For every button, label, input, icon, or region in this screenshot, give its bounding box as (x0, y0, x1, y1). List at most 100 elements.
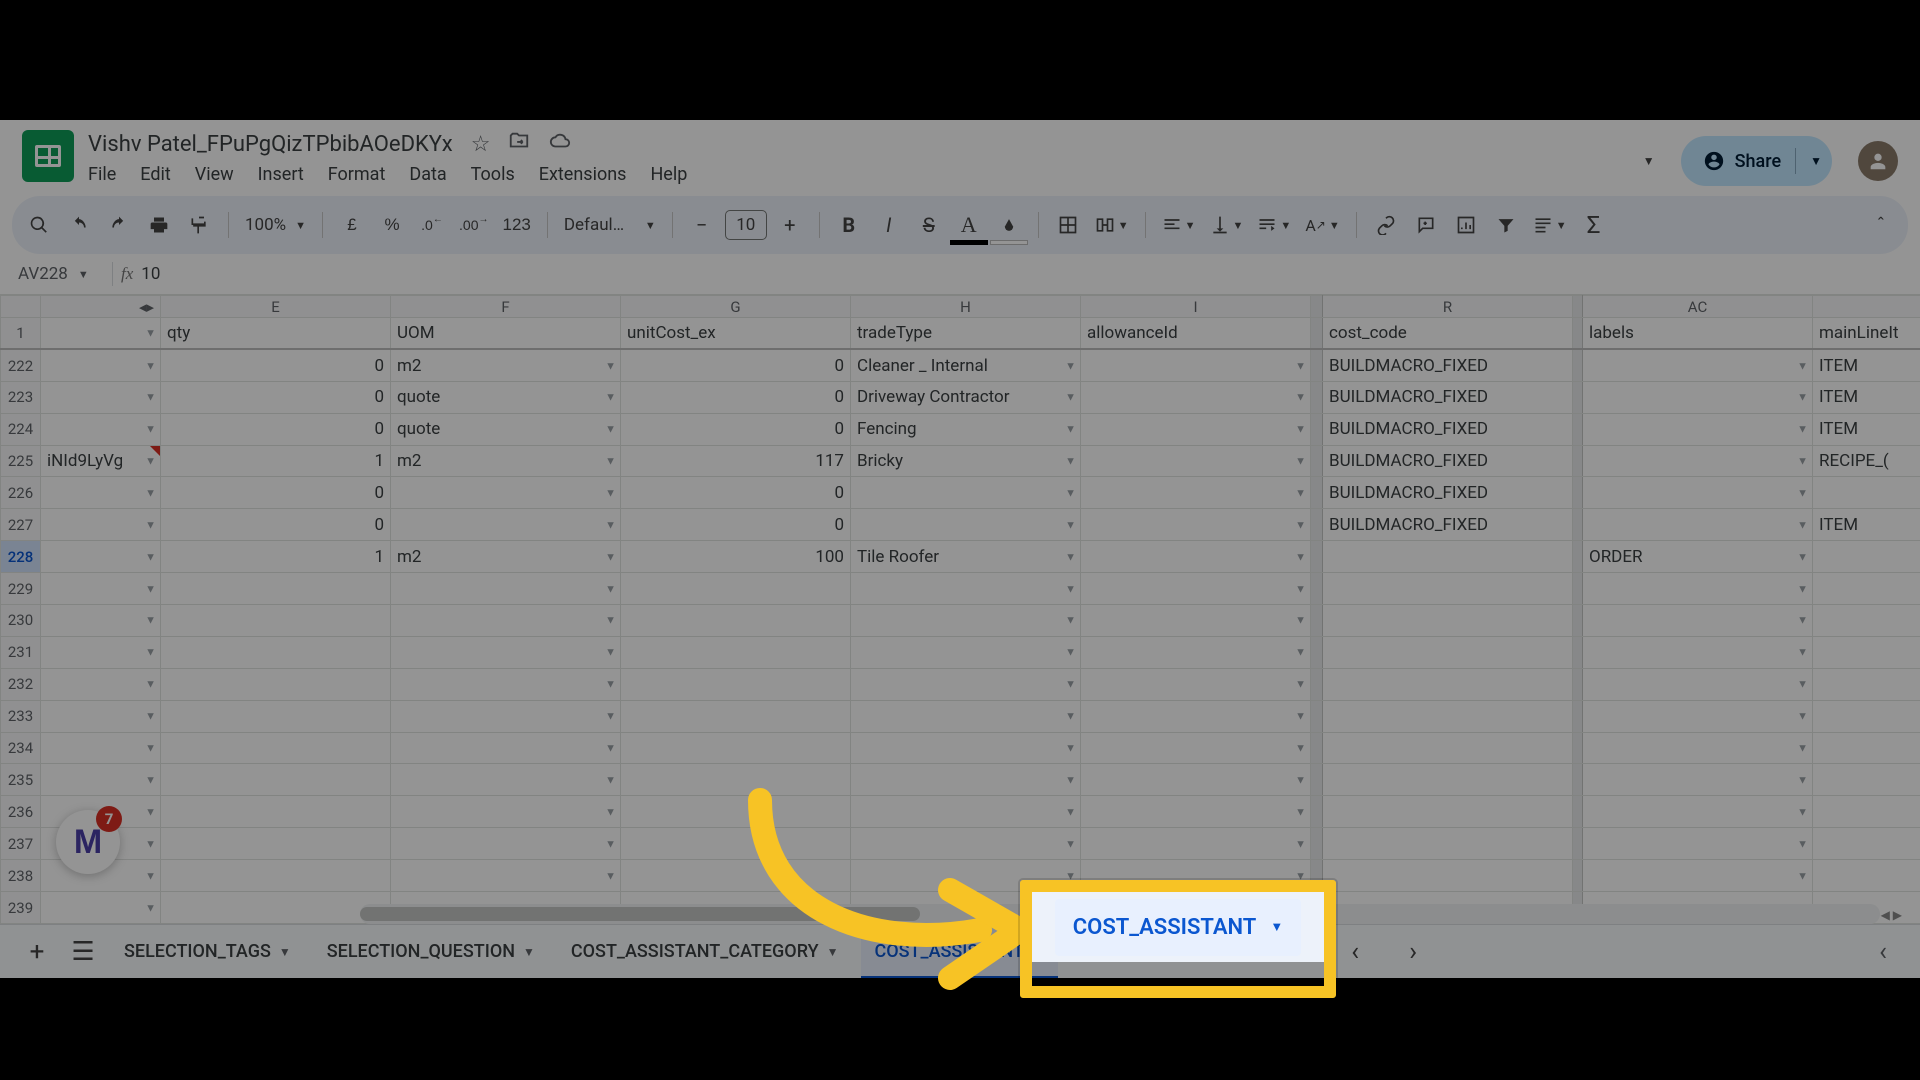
col-header-F[interactable]: F (391, 296, 621, 318)
cell[interactable] (621, 700, 851, 732)
vertical-align-button[interactable]: ▼ (1206, 207, 1248, 243)
cell[interactable] (161, 573, 391, 605)
cell[interactable]: 0 (621, 509, 851, 541)
cell[interactable]: ▼ (1583, 349, 1813, 381)
cell[interactable] (1323, 636, 1573, 668)
collapse-toolbar-icon[interactable]: ˆ (1864, 207, 1898, 243)
font-size-plus-button[interactable]: + (773, 207, 807, 243)
cell[interactable] (621, 828, 851, 860)
cell[interactable]: ▼ (41, 668, 161, 700)
insert-chart-button[interactable] (1449, 207, 1483, 243)
sheet-tab-cost-assistant[interactable]: COST_ASSISTANT▼ (861, 925, 1058, 978)
cell[interactable]: ▼ (1583, 796, 1813, 828)
cell[interactable]: ▼ (1583, 445, 1813, 477)
cell[interactable]: ▼ (41, 605, 161, 637)
cell[interactable] (1813, 605, 1920, 637)
filter-views-button[interactable]: ▼ (1529, 207, 1571, 243)
cell[interactable] (1813, 860, 1920, 892)
cell[interactable]: ▼ (41, 700, 161, 732)
cell[interactable]: ORDER▼ (1583, 541, 1813, 573)
scroll-arrows[interactable]: ◀ ▶ (1881, 908, 1902, 922)
name-box[interactable]: AV228▼ (12, 260, 104, 288)
cell[interactable] (1813, 541, 1920, 573)
cell[interactable]: ▼ (1583, 764, 1813, 796)
font-size-input[interactable]: 10 (725, 210, 767, 240)
cell[interactable] (161, 892, 391, 924)
cell[interactable]: BUILDMACRO_FIXED (1323, 445, 1573, 477)
borders-button[interactable] (1051, 207, 1085, 243)
cell[interactable]: ▼ (391, 860, 621, 892)
cell[interactable] (621, 764, 851, 796)
cell[interactable]: 0 (621, 413, 851, 445)
cell[interactable] (161, 860, 391, 892)
cell[interactable]: ▼ (1583, 860, 1813, 892)
cell[interactable]: ▼ (391, 700, 621, 732)
cell[interactable] (1813, 700, 1920, 732)
cell[interactable]: ▼ (391, 828, 621, 860)
cell[interactable]: ▼ (1081, 381, 1311, 413)
cell[interactable] (1813, 764, 1920, 796)
cell[interactable]: ▼ (1081, 732, 1311, 764)
row-header[interactable]: 231 (1, 636, 41, 668)
filter-button[interactable] (1489, 207, 1523, 243)
search-menus-icon[interactable] (22, 207, 56, 243)
insert-comment-button[interactable] (1409, 207, 1443, 243)
cell[interactable]: ▼ (1081, 700, 1311, 732)
cell[interactable]: ▼ (1081, 445, 1311, 477)
all-sheets-button[interactable]: ☰ (64, 933, 102, 971)
percent-button[interactable]: % (375, 207, 409, 243)
cell[interactable]: 0 (161, 477, 391, 509)
cell[interactable]: ▼ (1583, 700, 1813, 732)
menu-data[interactable]: Data (409, 164, 446, 185)
sheet-tab-selection-tags[interactable]: SELECTION_TAGS▼ (110, 925, 305, 978)
col-header-H[interactable]: H (851, 296, 1081, 318)
row-header[interactable]: 227 (1, 509, 41, 541)
cell[interactable] (1323, 605, 1573, 637)
col-header-last[interactable] (1813, 296, 1920, 318)
font-family-dropdown[interactable]: Defaul…▼ (560, 207, 660, 243)
cell[interactable]: ▼ (41, 764, 161, 796)
cell[interactable] (621, 796, 851, 828)
cell[interactable]: ITEM (1813, 349, 1920, 381)
cell[interactable]: BUILDMACRO_FIXED (1323, 349, 1573, 381)
cell[interactable]: ▼ (851, 700, 1081, 732)
cell[interactable] (1323, 732, 1573, 764)
next-sheet-button[interactable]: › (1394, 933, 1432, 971)
cell[interactable] (1323, 700, 1573, 732)
menu-help[interactable]: Help (650, 164, 687, 185)
cell[interactable]: ▼ (1081, 573, 1311, 605)
cell[interactable] (1813, 796, 1920, 828)
column-group-collapse[interactable] (1311, 296, 1323, 318)
cell[interactable]: ▼ (41, 477, 161, 509)
cell[interactable]: ▼ (851, 828, 1081, 860)
sheet-tab-job-assistant-group[interactable]: JOB_ASSISTANT_GROUP▼ (1066, 925, 1318, 978)
zoom-dropdown[interactable]: 100%▼ (241, 207, 310, 243)
cell[interactable] (621, 573, 851, 605)
cell[interactable]: BUILDMACRO_FIXED (1323, 509, 1573, 541)
cell[interactable]: ▼ (1081, 828, 1311, 860)
cell[interactable]: ▼ (1081, 413, 1311, 445)
cell[interactable]: Tile Roofer▼ (851, 541, 1081, 573)
cell[interactable]: ▼ (41, 381, 161, 413)
cell[interactable]: Bricky▼ (851, 445, 1081, 477)
fill-color-button[interactable] (992, 207, 1026, 243)
number-format-button[interactable]: 123 (498, 207, 534, 243)
cell[interactable] (1323, 860, 1573, 892)
share-button[interactable]: Share ▼ (1681, 136, 1832, 186)
cell[interactable] (1323, 668, 1573, 700)
cell[interactable] (161, 700, 391, 732)
cell[interactable]: 100 (621, 541, 851, 573)
star-icon[interactable]: ☆ (471, 132, 491, 157)
row-header[interactable]: 236 (1, 796, 41, 828)
cell[interactable]: ▼ (1081, 349, 1311, 381)
sheets-logo[interactable] (22, 130, 74, 182)
currency-button[interactable]: £ (335, 207, 369, 243)
cell[interactable] (1813, 636, 1920, 668)
cell[interactable]: Driveway Contractor▼ (851, 381, 1081, 413)
cell[interactable]: ▼ (851, 636, 1081, 668)
cell[interactable]: ▼ (41, 892, 161, 924)
cell[interactable]: ▼ (391, 477, 621, 509)
cell[interactable]: 117 (621, 445, 851, 477)
cell[interactable] (161, 605, 391, 637)
cell[interactable]: BUILDMACRO_FIXED (1323, 413, 1573, 445)
